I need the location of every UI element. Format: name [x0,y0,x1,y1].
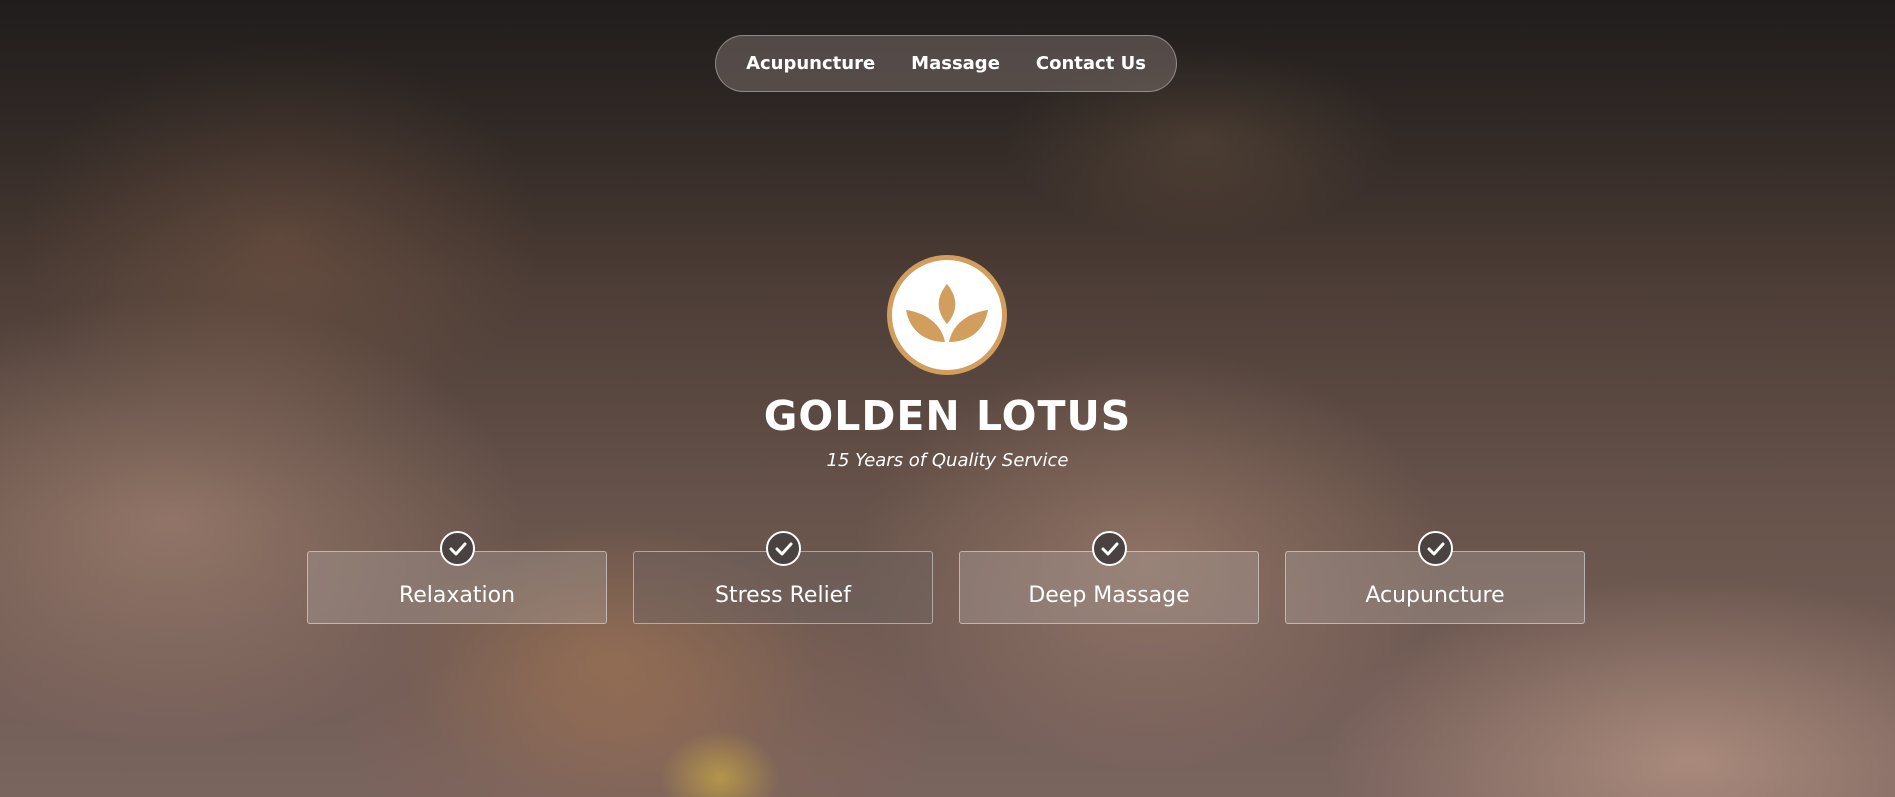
feature-label: Acupuncture [1365,583,1505,608]
nav-link-massage[interactable]: Massage [911,53,1000,74]
feature-card-deep-massage: Deep Massage [959,531,1259,624]
check-circle-icon [766,531,801,566]
feature-label: Stress Relief [715,583,851,608]
brand-tagline: 15 Years of Quality Service [826,450,1069,471]
lotus-icon [906,284,988,342]
brand-title: GOLDEN LOTUS [763,392,1132,440]
feature-card-acupuncture: Acupuncture [1285,531,1585,624]
top-navigation: Acupuncture Massage Contact Us [715,35,1177,92]
feature-card-relaxation: Relaxation [307,531,607,624]
feature-label: Relaxation [398,583,516,608]
check-circle-icon [440,531,475,566]
check-circle-icon [1418,531,1453,566]
brand-logo [887,255,1007,375]
feature-label: Deep Massage [1028,583,1190,608]
nav-link-contact-us[interactable]: Contact Us [1036,53,1146,74]
feature-card-stress-relief: Stress Relief [633,531,933,624]
nav-link-acupuncture[interactable]: Acupuncture [746,53,875,74]
check-circle-icon [1092,531,1127,566]
